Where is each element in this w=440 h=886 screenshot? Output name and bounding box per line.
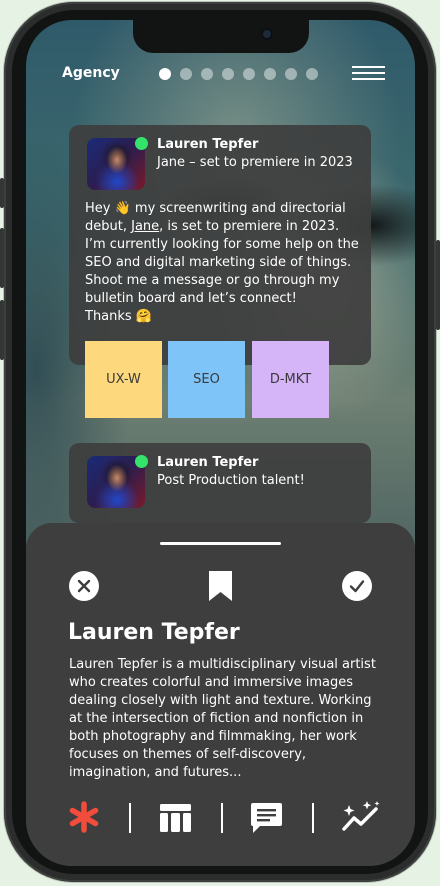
check-icon (349, 580, 365, 593)
page-dot[interactable] (201, 68, 213, 80)
nav-divider (221, 803, 223, 833)
dismiss-button[interactable] (69, 571, 99, 601)
notch (133, 20, 309, 53)
online-status-icon (135, 455, 148, 468)
online-status-icon (135, 137, 148, 150)
chat-icon[interactable] (251, 803, 282, 833)
tag-label: D-MKT (269, 372, 312, 387)
tag-note-d-mkt[interactable]: D-MKT (252, 341, 329, 418)
page-dot[interactable] (159, 68, 171, 80)
page-dot[interactable] (222, 68, 234, 80)
sheet-handle[interactable] (160, 542, 281, 545)
screen: Agency Lauren Tepfer Jane – set to premi… (26, 20, 415, 866)
post-author[interactable]: Lauren Tepfer (157, 137, 258, 152)
post-card[interactable]: Lauren Tepfer Jane – set to premiere in … (69, 125, 371, 365)
close-icon (77, 579, 91, 593)
tag-note-seo[interactable]: SEO (168, 341, 245, 418)
nav-divider (312, 803, 314, 833)
post-body: Hey 👋 my screenwriting and directorial d… (85, 200, 360, 326)
page-dot[interactable] (243, 68, 255, 80)
tag-note-ux-w[interactable]: UX-W (85, 341, 162, 418)
side-button (0, 300, 4, 360)
side-button (0, 228, 4, 288)
accept-button[interactable] (342, 571, 372, 601)
post-subtitle: Post Production talent! (157, 473, 305, 488)
page-dot[interactable] (306, 68, 318, 80)
page-dot[interactable] (264, 68, 276, 80)
board-icon[interactable] (160, 804, 191, 832)
page-dot[interactable] (285, 68, 297, 80)
post-body-text: , is set to premiere in 2023. I’m curren… (85, 219, 359, 324)
page-dot[interactable] (180, 68, 192, 80)
brand-label: Agency (62, 65, 120, 81)
side-button (436, 240, 440, 330)
bookmark-icon[interactable] (209, 571, 232, 601)
side-button (0, 178, 4, 208)
post-subtitle: Jane – set to premiere in 2023 (157, 155, 353, 170)
profile-sheet[interactable]: Lauren Tepfer Lauren Tepfer is a multidi… (26, 523, 415, 866)
camera-icon (261, 28, 273, 40)
page-indicator[interactable] (159, 68, 318, 80)
hamburger-menu-icon[interactable] (352, 66, 385, 82)
profile-name: Lauren Tepfer (68, 620, 240, 645)
sparkle-chart-icon[interactable] (342, 801, 382, 833)
post-card[interactable]: Lauren Tepfer Post Production talent! (69, 443, 371, 523)
profile-bio: Lauren Tepfer is a multidisciplinary vis… (69, 657, 376, 780)
post-link[interactable]: Jane (131, 219, 159, 234)
nav-divider (129, 803, 131, 833)
post-author[interactable]: Lauren Tepfer (157, 455, 258, 470)
tag-label: SEO (193, 372, 220, 387)
asterisk-icon[interactable] (69, 801, 99, 833)
tag-label: UX-W (106, 372, 141, 387)
